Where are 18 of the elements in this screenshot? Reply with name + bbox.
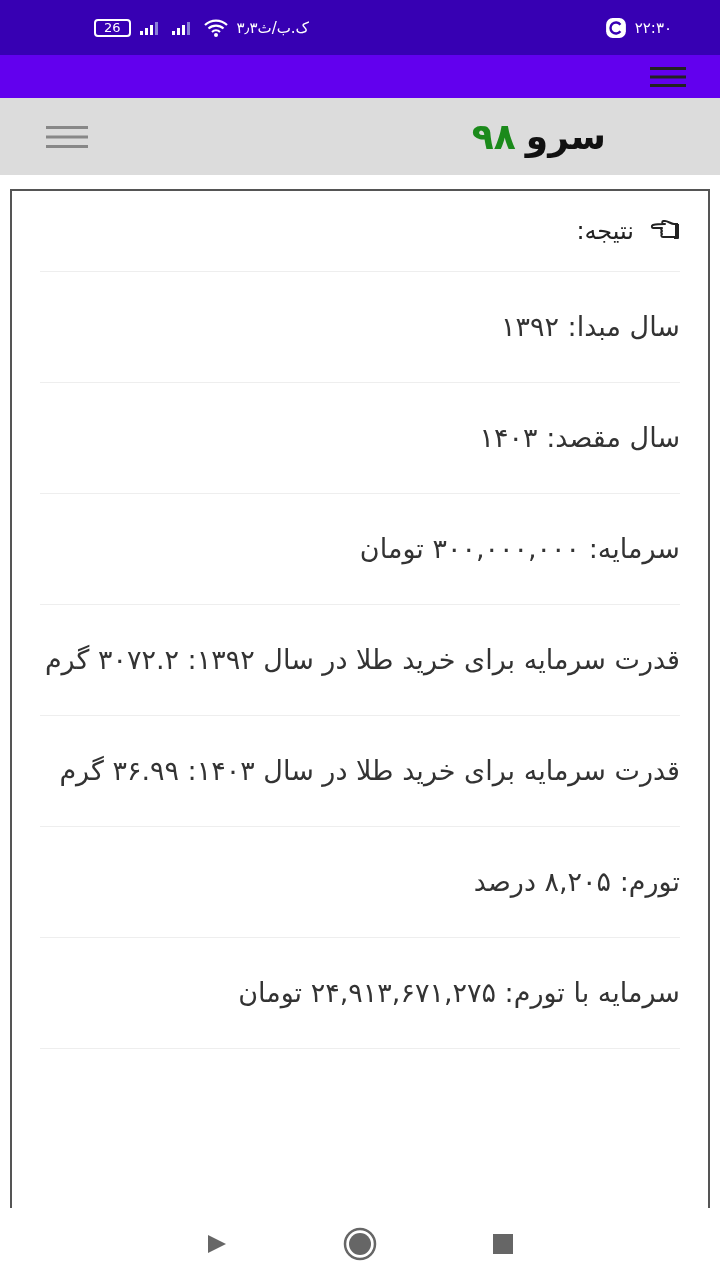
result-heading: نتیجه: [576, 217, 634, 245]
app-icon [604, 16, 627, 39]
result-line: قدرت سرمایه برای خرید طلا در سال ۱۴۰۳: ۳۶.۹۹ گرم [58, 754, 680, 789]
recents-icon[interactable] [492, 1233, 514, 1255]
result-line: سرمایه با تورم: ۲۴,۹۱۳,۶۷۱,۲۷۵ تومان [237, 976, 680, 1011]
result-line: سال مبدا: ۱۳۹۲ [499, 310, 680, 344]
home-icon[interactable] [343, 1227, 377, 1261]
back-icon[interactable] [206, 1233, 228, 1255]
logo-text[interactable]: سرو [525, 116, 606, 157]
result-line: سال مقصد: ۱۴۰۳ [478, 421, 680, 455]
network-speed: ۳٫۳ک.ب/ث [236, 18, 310, 37]
result-line: تورم: ۸,۲۰۵ درصد [472, 865, 680, 900]
result-line: سرمایه: ۳۰۰,۰۰۰,۰۰۰ تومان [358, 532, 680, 567]
clock: ۲۲:۳۰ [634, 18, 672, 37]
result-line: قدرت سرمایه برای خرید طلا در سال ۱۳۹۲: ۳۰۷۲.۲ گرم [43, 643, 680, 678]
menu-icon[interactable] [46, 125, 88, 148]
wifi-icon [202, 17, 229, 38]
battery-indicator: 26 [94, 18, 131, 37]
